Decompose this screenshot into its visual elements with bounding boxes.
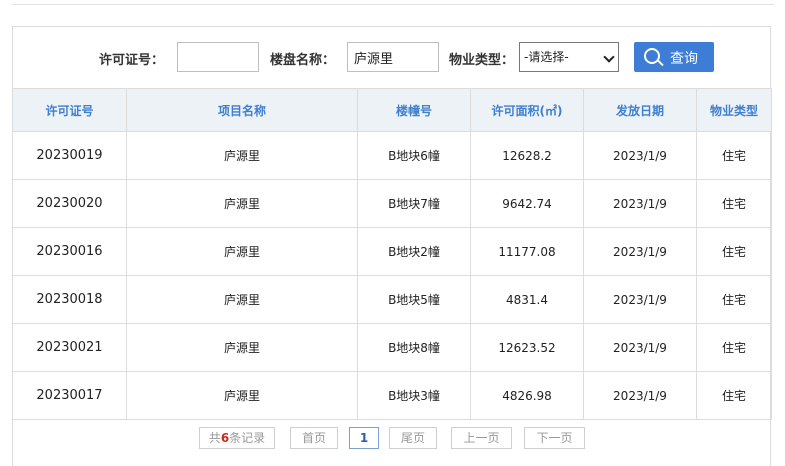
last-page-button[interactable]: 尾页 <box>389 427 437 449</box>
table-row[interactable]: 20230020 庐源里 B地块7幢 9642.74 2023/1/9 住宅 <box>12 179 772 228</box>
table-row[interactable]: 20230018 庐源里 B地块5幢 4831.4 2023/1/9 住宅 <box>12 275 772 324</box>
table-row[interactable]: 20230021 庐源里 B地块8幢 12623.52 2023/1/9 住宅 <box>12 323 772 372</box>
cell-building-no: B地块8幢 <box>357 323 471 372</box>
license-query-panel: 许可证号： 楼盘名称： 物业类型： -请选择- 查询 许可证号 项目名称 楼幢号… <box>12 26 772 466</box>
cell-property-type: 住宅 <box>696 371 772 420</box>
total-records: 共6条记录 <box>199 427 275 449</box>
cell-building-no: B地块5幢 <box>357 275 471 324</box>
table-row[interactable]: 20230019 庐源里 B地块6幢 12628.2 2023/1/9 住宅 <box>12 131 772 180</box>
cell-issue-date: 2023/1/9 <box>583 227 697 276</box>
cell-license-no: 20230020 <box>12 179 127 228</box>
cell-property-type: 住宅 <box>696 131 772 180</box>
query-button-label: 查询 <box>670 51 698 67</box>
header-building-no[interactable]: 楼幢号 <box>357 88 471 132</box>
header-issue-date[interactable]: 发放日期 <box>583 88 697 132</box>
cell-project-name[interactable]: 庐源里 <box>126 275 358 324</box>
header-property-type[interactable]: 物业类型 <box>696 88 772 132</box>
cell-project-name[interactable]: 庐源里 <box>126 323 358 372</box>
cell-project-name[interactable]: 庐源里 <box>126 131 358 180</box>
top-divider <box>12 4 774 5</box>
cell-issue-date: 2023/1/9 <box>583 323 697 372</box>
cell-area: 4831.4 <box>470 275 584 324</box>
cell-license-no: 20230019 <box>12 131 127 180</box>
cell-property-type: 住宅 <box>696 323 772 372</box>
type-label: 物业类型： <box>449 53 515 68</box>
cell-area: 11177.08 <box>470 227 584 276</box>
pagination: 共6条记录 首页 1 尾页 上一页 下一页 <box>13 419 770 459</box>
cell-license-no: 20230016 <box>12 227 127 276</box>
license-table: 许可证号 项目名称 楼幢号 许可面积(㎡) 发放日期 物业类型 20230019… <box>12 88 772 420</box>
search-bar: 许可证号： 楼盘名称： 物业类型： -请选择- 查询 <box>13 27 770 89</box>
cell-issue-date: 2023/1/9 <box>583 179 697 228</box>
project-label: 楼盘名称： <box>270 53 336 68</box>
table-header-row: 许可证号 项目名称 楼幢号 许可面积(㎡) 发放日期 物业类型 <box>12 88 772 132</box>
cell-license-no: 20230021 <box>12 323 127 372</box>
cell-project-name[interactable]: 庐源里 <box>126 179 358 228</box>
cell-license-no: 20230017 <box>12 371 127 420</box>
search-icon <box>644 48 660 64</box>
cell-area: 12623.52 <box>470 323 584 372</box>
cell-property-type: 住宅 <box>696 179 772 228</box>
cell-property-type: 住宅 <box>696 275 772 324</box>
cell-building-no: B地块3幢 <box>357 371 471 420</box>
query-button[interactable]: 查询 <box>634 42 714 72</box>
type-select[interactable]: -请选择- <box>519 42 619 72</box>
chevron-down-icon <box>603 51 615 63</box>
project-input[interactable] <box>347 42 439 72</box>
cell-building-no: B地块2幢 <box>357 227 471 276</box>
type-select-value: -请选择- <box>524 50 569 64</box>
cell-issue-date: 2023/1/9 <box>583 371 697 420</box>
cell-project-name[interactable]: 庐源里 <box>126 227 358 276</box>
total-prefix: 共 <box>208 431 221 445</box>
header-project-name[interactable]: 项目名称 <box>126 88 358 132</box>
cell-building-no: B地块7幢 <box>357 179 471 228</box>
first-page-button[interactable]: 首页 <box>290 427 338 449</box>
cell-area: 4826.98 <box>470 371 584 420</box>
cell-building-no: B地块6幢 <box>357 131 471 180</box>
cell-area: 9642.74 <box>470 179 584 228</box>
cell-area: 12628.2 <box>470 131 584 180</box>
license-input[interactable] <box>177 42 259 72</box>
license-label: 许可证号： <box>99 53 165 68</box>
cell-issue-date: 2023/1/9 <box>583 131 697 180</box>
cell-issue-date: 2023/1/9 <box>583 275 697 324</box>
cell-license-no: 20230018 <box>12 275 127 324</box>
total-count: 6 <box>220 431 230 445</box>
cell-property-type: 住宅 <box>696 227 772 276</box>
current-page-button[interactable]: 1 <box>349 427 379 449</box>
table-row[interactable]: 20230017 庐源里 B地块3幢 4826.98 2023/1/9 住宅 <box>12 371 772 420</box>
header-area[interactable]: 许可面积(㎡) <box>470 88 584 132</box>
header-license-no[interactable]: 许可证号 <box>12 88 127 132</box>
cell-project-name[interactable]: 庐源里 <box>126 371 358 420</box>
prev-page-button[interactable]: 上一页 <box>451 427 512 449</box>
next-page-button[interactable]: 下一页 <box>524 427 585 449</box>
total-suffix: 条记录 <box>229 431 266 445</box>
table-row[interactable]: 20230016 庐源里 B地块2幢 11177.08 2023/1/9 住宅 <box>12 227 772 276</box>
